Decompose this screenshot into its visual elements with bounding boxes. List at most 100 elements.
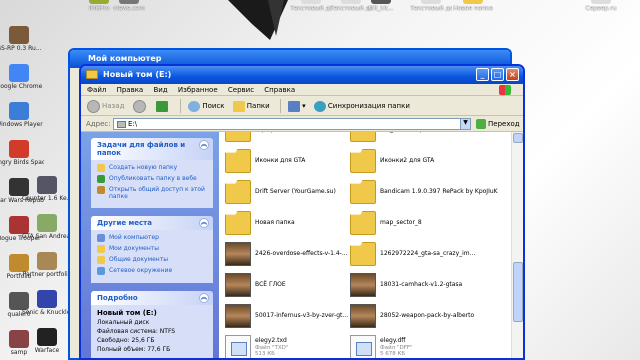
sync-icon: [313, 100, 326, 112]
menu-favorites[interactable]: Избранное: [178, 86, 218, 94]
details-type: Локальный диск: [97, 319, 150, 326]
back-button[interactable]: Назад: [87, 99, 124, 113]
places-link[interactable]: Мои документы: [97, 245, 207, 253]
menu-help[interactable]: Справка: [264, 86, 295, 94]
desktop-icon[interactable]: Kill_kit...: [360, 0, 402, 12]
vertical-scrollbar[interactable]: [511, 132, 523, 358]
task-icon: [97, 175, 105, 183]
file-item[interactable]: elegy.dff Файл "DFF" 5 678 КБ: [350, 335, 480, 358]
file-name: Иконки2 для GTA: [380, 157, 435, 164]
back-label: Назад: [102, 102, 125, 110]
window-titlebar[interactable]: Новый том (E:) _ □ ×: [81, 66, 523, 84]
file-item[interactable]: ВСЁ ГЛОЕ: [225, 273, 355, 301]
desktop-icon[interactable]: GS-RP 0.3 Ru...: [0, 26, 44, 52]
task-label: Создать новую папку: [109, 164, 178, 171]
scroll-thumb[interactable]: [513, 262, 523, 322]
go-button[interactable]: Переход: [476, 119, 520, 129]
toolbar-divider: [279, 99, 281, 113]
desktop-icon[interactable]: Текстовый документ (3): [290, 0, 332, 12]
menu-tools[interactable]: Сервис: [228, 86, 254, 94]
tasks-panel: Задачи для файлов и папок ︽ Создать нову…: [91, 138, 213, 208]
views-button[interactable]: ▾: [288, 99, 306, 113]
desktop-icon[interactable]: Sonic & Knuckles: [22, 290, 72, 316]
menu-view[interactable]: Вид: [153, 86, 167, 94]
minimize-button[interactable]: _: [476, 68, 489, 81]
desktop-app-icon: [37, 328, 57, 346]
file-item[interactable]: Drift Server (YourGame.su): [225, 180, 355, 208]
search-button[interactable]: Поиск: [188, 99, 225, 113]
address-input[interactable]: E:\ ▼: [113, 118, 471, 130]
close-button[interactable]: ×: [506, 68, 519, 81]
address-value: E:\: [128, 120, 138, 128]
details-panel-title: Подробно: [97, 294, 138, 302]
desktop-icon-label: Partner portfolio: [22, 271, 72, 278]
places-link[interactable]: Сетевое окружение: [97, 267, 207, 275]
desktop-icon[interactable]: GTA San Andreas: [22, 214, 72, 240]
file-name: 50017-infernus-v3-by-zver-gt...: [255, 312, 349, 319]
menu-bar: Файл Правка Вид Избранное Сервис Справка: [81, 84, 523, 96]
folders-button[interactable]: Папки: [232, 99, 270, 113]
tasks-panel-header[interactable]: Задачи для файлов и папок ︽: [91, 138, 213, 160]
desktop-app-icon: [9, 140, 29, 158]
places-panel-header[interactable]: Другие места ︽: [91, 216, 213, 230]
file-item[interactable]: Иконки2 для GTA: [350, 149, 480, 177]
tasks-panel-body: Создать новую папку Опубликовать папку в …: [91, 160, 213, 208]
task-label: Открыть общий доступ к этой папке: [109, 186, 205, 200]
desktop-icon[interactable]: Counter 1.6 Ke...: [22, 176, 72, 202]
file-item[interactable]: map_sector_8: [350, 211, 480, 239]
menu-edit[interactable]: Правка: [117, 86, 144, 94]
maximize-button[interactable]: □: [491, 68, 504, 81]
file-item[interactable]: 28052-weapon-pack-by-alberto: [350, 304, 480, 332]
file-item[interactable]: 50017-infernus-v3-by-zver-gt...: [225, 304, 355, 332]
chevron-up-icon[interactable]: ︽: [199, 293, 209, 303]
file-item[interactable]: TID_WorkShop 4.08: [350, 132, 480, 146]
up-folder-button[interactable]: [155, 99, 170, 113]
tasks-link[interactable]: Опубликовать папку в вебе: [97, 175, 207, 183]
drive-small-icon: [117, 121, 126, 128]
chevron-up-icon[interactable]: ︽: [199, 140, 209, 150]
file-item[interactable]: Новая папка: [225, 211, 355, 239]
file-item[interactable]: Шрифты: [225, 132, 355, 146]
desktop-icon[interactable]: Windows Player: [0, 102, 44, 128]
details-panel: Подробно ︽ Новый том (E:) Локальный диск…: [91, 291, 213, 358]
tasks-link[interactable]: Открыть общий доступ к этой папке: [97, 186, 207, 200]
file-name: 28052-weapon-pack-by-alberto: [380, 312, 475, 319]
file-item[interactable]: Bandicam 1.9.0.397 RePack by KpoJIuK: [350, 180, 498, 208]
file-item[interactable]: elegy2.txd Файл "TXD" 513 КБ: [225, 335, 355, 358]
desktop-icon[interactable]: Warface: [22, 328, 72, 354]
desktop-icon[interactable]: Partner portfolio: [22, 252, 72, 278]
go-label: Переход: [488, 120, 520, 128]
forward-button[interactable]: [132, 99, 148, 113]
menu-file[interactable]: Файл: [87, 86, 106, 94]
thumbnail-icon: [350, 304, 376, 328]
desktop-icon[interactable]: Angry Birds Space: [0, 140, 44, 166]
desktop-app-icon: [591, 0, 611, 4]
file-name: Новая папка: [255, 219, 295, 226]
details-panel-header[interactable]: Подробно ︽: [91, 291, 213, 305]
sync-button[interactable]: Синхронизация папки: [313, 99, 410, 113]
folder-icon: [350, 180, 376, 204]
file-item[interactable]: Иконки для GTA: [225, 149, 355, 177]
explorer-window[interactable]: Новый том (E:) _ □ × Файл Правка Вид Изб…: [79, 64, 525, 360]
chevron-up-icon[interactable]: ︽: [199, 218, 209, 228]
details-free-space: Свободно: 25,6 ГБ: [97, 337, 155, 344]
file-item[interactable]: 2426-overdose-effects-v-1.4-...: [225, 242, 355, 270]
windows-logo-icon: [499, 85, 511, 95]
address-dropdown-icon[interactable]: ▼: [460, 119, 470, 129]
desktop-icon[interactable]: Google Chrome: [0, 64, 44, 90]
views-dropdown-icon: ▾: [302, 102, 306, 110]
desktop-app-icon: [37, 290, 57, 308]
desktop-app-icon: [301, 0, 321, 4]
desktop-icon[interactable]: Новая папка: [452, 0, 494, 12]
scroll-up-button[interactable]: [513, 133, 523, 143]
file-item[interactable]: 18031-camhack-v1.2-gtasa: [350, 273, 480, 301]
desktop-icon[interactable]: Сервер.ru: [580, 0, 622, 12]
places-link[interactable]: Мой компьютер: [97, 234, 207, 242]
desktop-icon[interactable]: Текстовый документ (2): [410, 0, 452, 12]
desktop-icon[interactable]: views.cam: [108, 0, 150, 12]
tasks-panel-title: Задачи для файлов и папок: [97, 141, 186, 157]
tasks-link[interactable]: Создать новую папку: [97, 164, 207, 172]
file-name: Drift Server (YourGame.su): [255, 188, 336, 195]
places-link[interactable]: Общие документы: [97, 256, 207, 264]
file-item[interactable]: 1262972224_gta-sa_crazy_im...: [350, 242, 480, 270]
